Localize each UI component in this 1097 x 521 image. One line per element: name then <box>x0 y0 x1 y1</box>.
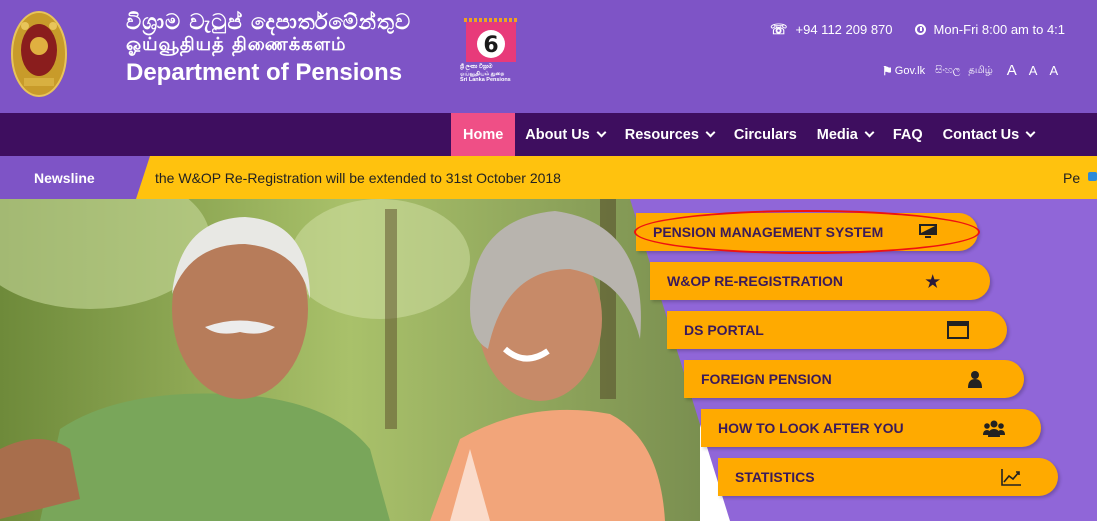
newsline-label-tab: Newsline <box>0 156 150 199</box>
site-header: විශ්‍රාම වැටුප් දෙපාර්තමේන්තුව ஓய்வூதியத… <box>0 0 1097 113</box>
statistics-button[interactable]: STATISTICS <box>718 458 1058 496</box>
pensions-logo-caption: ශ්‍රී ලංකා විශ්‍රාම ஓய்வூதியம் துறை Sri … <box>460 64 522 84</box>
foreign-pension-button[interactable]: FOREIGN PENSION <box>684 360 1024 398</box>
department-name-sinhala: විශ්‍රාම වැටුප් දෙපාර්තමේන්තුව <box>126 10 412 34</box>
nav-item-resources[interactable]: Resources <box>615 113 724 156</box>
header-tools: ⚑ Gov.lk සිංහල தமிழ் A A A <box>882 62 1064 79</box>
nav-item-about-us[interactable]: About Us <box>515 113 614 156</box>
main-navigation-bar: Home About Us Resources Circulars Media … <box>0 113 1097 156</box>
statistics-label: STATISTICS <box>735 469 815 485</box>
govlk-icon: ⚑ <box>882 63 893 78</box>
phone-number[interactable]: +94 112 209 870 <box>796 22 893 37</box>
star-plus-icon: ✭ <box>926 274 940 291</box>
main-menu: Home About Us Resources Circulars Media … <box>451 113 1044 156</box>
department-name-tamil: ஓய்வூதியத் திணைக்களம் <box>126 34 347 55</box>
chart-line-icon <box>1000 468 1022 491</box>
govlk-link[interactable]: Gov.lk <box>895 65 925 77</box>
how-to-look-after-you-label: HOW TO LOOK AFTER YOU <box>718 420 904 436</box>
nav-item-circulars[interactable]: Circulars <box>724 113 807 156</box>
chevron-down-icon <box>596 127 607 138</box>
nav-item-faq[interactable]: FAQ <box>883 113 933 156</box>
clock-icon <box>914 24 926 35</box>
font-size-large-button[interactable]: A <box>1007 62 1017 79</box>
wop-re-registration-label: W&OP RE-REGISTRATION <box>667 273 844 289</box>
office-hours: Mon-Fri 8:00 am to 4:1 <box>933 22 1066 37</box>
how-to-look-after-you-button[interactable]: HOW TO LOOK AFTER YOU <box>701 409 1041 447</box>
font-size-medium-button[interactable]: A <box>1029 63 1038 78</box>
nav-item-faq-label: FAQ <box>892 126 923 143</box>
nav-item-home-label: Home <box>463 126 504 143</box>
phone-icon: ☏ <box>770 21 788 37</box>
language-sinhala-link[interactable]: සිංහල <box>935 65 960 76</box>
logo-caption-english: Sri Lanka Pensions <box>460 77 511 83</box>
nav-item-contact-us[interactable]: Contact Us <box>933 113 1045 156</box>
nav-item-media[interactable]: Media <box>807 113 883 156</box>
annotation-highlight-ellipse <box>634 210 980 254</box>
department-name[interactable]: විශ්‍රාම වැටුප් දෙපාර්තමේන්තුව ஓய்வூதியத… <box>126 10 411 88</box>
nav-item-media-label: Media <box>816 126 858 143</box>
language-tamil-link[interactable]: தமிழ் <box>968 65 992 77</box>
ds-portal-button[interactable]: DS PORTAL <box>667 311 1007 349</box>
user-icon <box>968 370 982 393</box>
nav-item-about-us-label: About Us <box>525 126 590 143</box>
chevron-down-icon <box>1025 127 1036 138</box>
sri-lanka-emblem-logo[interactable] <box>10 10 68 98</box>
pensions-logo[interactable]: 6 ශ්‍රී ලංකා විශ්‍රාම ஓய்வூதியம் துறை Sr… <box>460 16 522 98</box>
hero-banner: PENSION MANAGEMENT SYSTEM W&OP RE-REGIST… <box>0 199 1097 521</box>
nav-item-contact-us-label: Contact Us <box>942 126 1020 143</box>
wop-re-registration-button[interactable]: W&OP RE-REGISTRATION ✭ <box>650 262 990 300</box>
window-icon <box>947 321 969 344</box>
newsline-ticker: Newsline the W&OP Re-Registration will b… <box>0 156 1097 199</box>
pensions-logo-mark: 6 <box>464 18 518 62</box>
nav-item-home[interactable]: Home <box>451 113 516 156</box>
font-size-small-button[interactable]: A <box>1049 63 1058 78</box>
chevron-down-icon <box>864 127 875 138</box>
newsline-item[interactable]: the W&OP Re-Registration will be extende… <box>155 170 561 186</box>
nav-item-circulars-label: Circulars <box>733 126 797 143</box>
chevron-down-icon <box>705 127 716 138</box>
svg-text:6: 6 <box>483 33 498 58</box>
newsline-control-icon[interactable] <box>1088 172 1097 181</box>
newsline-label: Newsline <box>34 170 95 186</box>
ds-portal-label: DS PORTAL <box>684 322 764 338</box>
contact-info: ☏ +94 112 209 870 Mon-Fri 8:00 am to 4:1 <box>770 21 1065 38</box>
newsline-next-item[interactable]: Pe <box>1063 170 1080 186</box>
foreign-pension-label: FOREIGN PENSION <box>701 371 832 387</box>
users-icon <box>983 419 1005 442</box>
department-name-english: Department of Pensions <box>126 59 403 86</box>
nav-item-resources-label: Resources <box>624 126 699 143</box>
